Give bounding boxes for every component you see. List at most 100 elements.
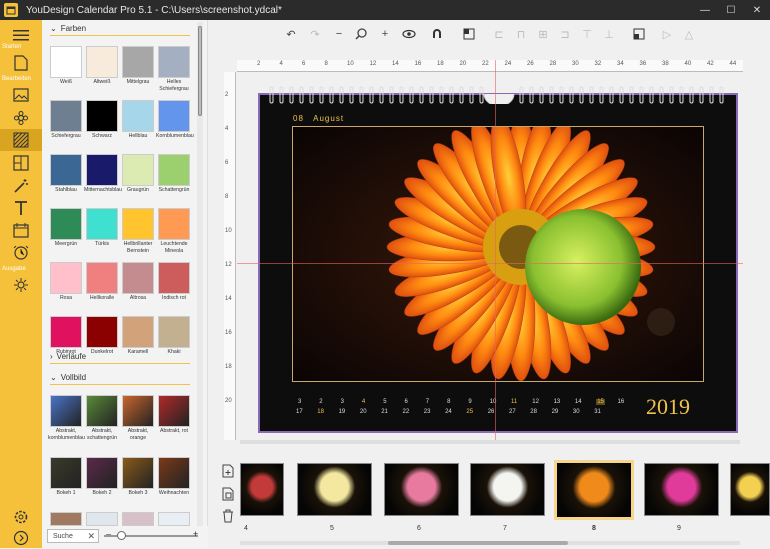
color-swatch[interactable] bbox=[158, 316, 190, 348]
section-gradients-header[interactable]: › Verläufe bbox=[50, 352, 190, 364]
preview-eye-icon[interactable] bbox=[400, 25, 418, 43]
page-thumbnail[interactable] bbox=[384, 463, 459, 516]
duplicate-page-icon[interactable] bbox=[220, 486, 236, 502]
color-swatch[interactable] bbox=[86, 154, 118, 186]
settings-gear-icon[interactable] bbox=[0, 506, 42, 528]
fullimage-swatch[interactable] bbox=[122, 512, 154, 526]
text-icon[interactable] bbox=[0, 197, 42, 219]
calendar-day[interactable]: 26 bbox=[488, 409, 495, 415]
page-thumbnail[interactable] bbox=[730, 463, 770, 516]
color-swatch[interactable] bbox=[86, 46, 118, 78]
fullimage-swatch[interactable] bbox=[158, 512, 190, 526]
color-swatch[interactable] bbox=[86, 208, 118, 240]
calendar-day[interactable]: 17 bbox=[296, 409, 303, 415]
calendar-day[interactable]: 6 bbox=[405, 399, 408, 405]
color-swatch[interactable] bbox=[50, 154, 82, 186]
calendar-day[interactable]: 28 bbox=[530, 409, 537, 415]
color-swatch[interactable] bbox=[86, 316, 118, 348]
color-swatch[interactable] bbox=[50, 46, 82, 78]
fullimage-swatch[interactable] bbox=[50, 395, 82, 427]
color-swatch[interactable] bbox=[122, 316, 154, 348]
calendar-day[interactable]: 3 bbox=[298, 399, 301, 405]
calendar-day[interactable]: 31 bbox=[594, 409, 601, 415]
color-swatch[interactable] bbox=[50, 262, 82, 294]
calendar-year[interactable]: 2019 bbox=[646, 394, 690, 420]
calendar-day[interactable]: 25 bbox=[466, 409, 473, 415]
calendar-day[interactable]: 27 bbox=[509, 409, 516, 415]
vertical-guide-line[interactable] bbox=[495, 60, 496, 440]
align-center-icon[interactable]: ⊞ bbox=[534, 25, 552, 43]
color-swatch[interactable] bbox=[50, 208, 82, 240]
calendar-month-label[interactable]: 08 August bbox=[293, 114, 344, 123]
page-thumbnail[interactable] bbox=[644, 463, 719, 516]
color-swatch[interactable] bbox=[158, 100, 190, 132]
fullimage-swatch[interactable] bbox=[122, 395, 154, 427]
section-colors-header[interactable]: ⌄ Farben bbox=[50, 24, 190, 36]
color-swatch[interactable] bbox=[50, 316, 82, 348]
align-left-icon[interactable]: ⊏ bbox=[490, 25, 508, 43]
hamburger-menu-icon[interactable] bbox=[0, 24, 42, 46]
image-icon[interactable] bbox=[0, 84, 42, 106]
color-swatch[interactable] bbox=[158, 46, 190, 78]
redo-icon[interactable]: ↷ bbox=[306, 25, 324, 43]
background-pattern-icon[interactable] bbox=[0, 129, 42, 151]
calendar-day[interactable]: 30 bbox=[573, 409, 580, 415]
zoom-in-button[interactable]: + bbox=[193, 529, 198, 539]
arrange-grid-icon[interactable] bbox=[460, 25, 478, 43]
clock-icon[interactable] bbox=[0, 241, 42, 263]
color-swatch[interactable] bbox=[122, 100, 154, 132]
color-swatch[interactable] bbox=[122, 154, 154, 186]
fullimage-swatch[interactable] bbox=[50, 512, 82, 526]
calendar-day[interactable]: 18 bbox=[317, 409, 324, 415]
calendar-day[interactable]: 9 bbox=[468, 399, 471, 405]
thumbnail-size-slider[interactable] bbox=[104, 531, 198, 540]
zoom-search-icon[interactable] bbox=[352, 25, 370, 43]
calendar-day[interactable]: 29 bbox=[552, 409, 559, 415]
minimize-button[interactable]: — bbox=[692, 0, 718, 20]
snap-magnet-icon[interactable] bbox=[428, 25, 446, 43]
fullimage-swatch[interactable] bbox=[158, 395, 190, 427]
calendar-day[interactable]: 16 bbox=[618, 399, 625, 405]
clear-search-icon[interactable]: ✕ bbox=[87, 531, 95, 542]
color-swatch[interactable] bbox=[86, 262, 118, 294]
flip-vertical-icon[interactable]: △ bbox=[680, 25, 698, 43]
layout-icon[interactable] bbox=[0, 152, 42, 174]
align-bottom-icon[interactable]: ⊥ bbox=[600, 25, 618, 43]
maximize-button[interactable]: ☐ bbox=[718, 0, 744, 20]
color-swatch[interactable] bbox=[122, 46, 154, 78]
calendar-day[interactable]: 24 bbox=[445, 409, 452, 415]
color-swatch[interactable] bbox=[122, 262, 154, 294]
page-thumbnail[interactable] bbox=[470, 463, 545, 516]
calendar-day[interactable]: 22 bbox=[403, 409, 410, 415]
fullimage-swatch[interactable] bbox=[50, 457, 82, 489]
align-middle-icon[interactable]: ⊤ bbox=[578, 25, 596, 43]
export-sun-icon[interactable] bbox=[0, 274, 42, 296]
color-swatch[interactable] bbox=[158, 154, 190, 186]
flip-horizontal-icon[interactable]: ▷ bbox=[658, 25, 676, 43]
magic-wand-icon[interactable] bbox=[0, 175, 42, 197]
align-top-icon[interactable]: ⊓ bbox=[512, 25, 530, 43]
layer-order-icon[interactable] bbox=[630, 25, 648, 43]
calendar-days-grid[interactable]: 3 2 3 4 5 6 7 8 9 10 11 12 13 14 15 16 17 18 19 20 21 22 23 24 2… bbox=[290, 397, 640, 423]
color-swatch[interactable] bbox=[122, 208, 154, 240]
undo-icon[interactable]: ↶ bbox=[282, 25, 300, 43]
flower-icon[interactable] bbox=[0, 107, 42, 129]
calendar-day[interactable]: 12 bbox=[532, 399, 539, 405]
zoom-in-icon[interactable]: + bbox=[376, 25, 394, 43]
calendar-photo[interactable] bbox=[292, 126, 704, 382]
fullimage-swatch[interactable] bbox=[158, 457, 190, 489]
calendar-day[interactable]: 8 bbox=[447, 399, 450, 405]
calendar-day[interactable]: 14 bbox=[575, 399, 582, 405]
calendar-day[interactable]: 23 bbox=[424, 409, 431, 415]
calendar-day[interactable]: 5 bbox=[383, 399, 386, 405]
color-swatch[interactable] bbox=[86, 100, 118, 132]
calendar-day[interactable]: 20 bbox=[360, 409, 367, 415]
calendar-day[interactable]: 11 bbox=[511, 399, 517, 405]
close-button[interactable]: ✕ bbox=[744, 0, 770, 20]
add-page-icon[interactable] bbox=[220, 463, 236, 479]
search-input[interactable]: Suche ✕ bbox=[47, 529, 99, 543]
color-swatch[interactable] bbox=[158, 262, 190, 294]
calendar-icon[interactable] bbox=[0, 219, 42, 241]
page-thumbnail[interactable] bbox=[240, 463, 284, 516]
calendar-day[interactable]: 21 bbox=[381, 409, 388, 415]
